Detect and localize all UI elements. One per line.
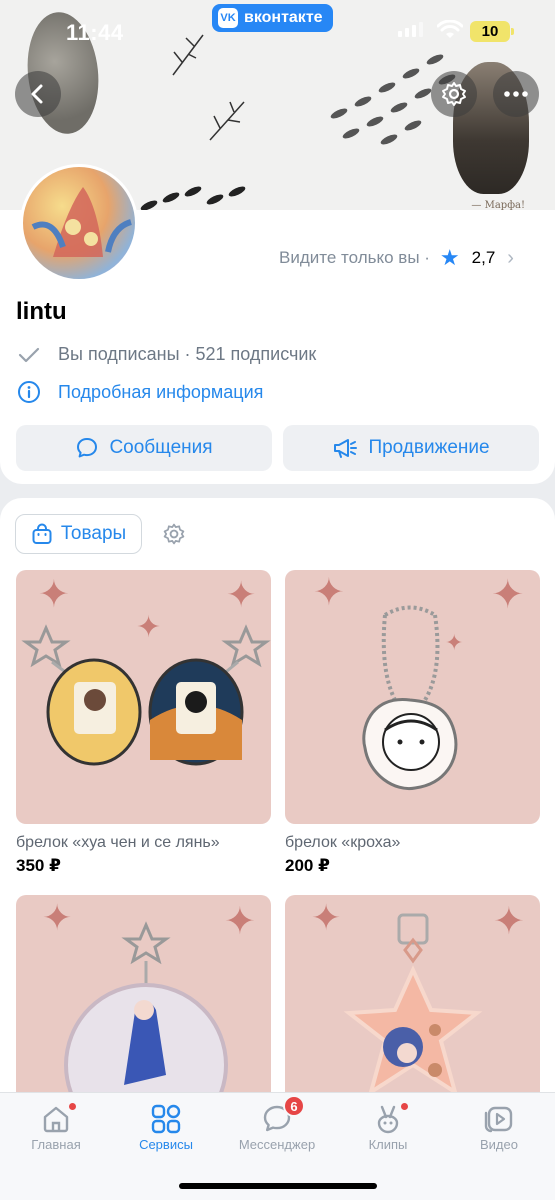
- rating-value: 2,7: [471, 248, 496, 267]
- video-icon: [483, 1101, 515, 1137]
- star-decoration: ✦: [224, 901, 256, 943]
- product-image[interactable]: ✦ ✦: [16, 895, 271, 1092]
- subscription-text: Вы подписаны · 521 подписчик: [58, 344, 317, 364]
- product-image[interactable]: ✦ ✦: [285, 895, 540, 1092]
- shopping-bag-icon: [32, 523, 52, 544]
- star-decoration: ✦: [445, 630, 464, 655]
- status-time: 11:44: [66, 20, 124, 45]
- tab-label: Мессенджер: [238, 1137, 316, 1152]
- vk-logo-icon: VK: [218, 8, 238, 28]
- app-indicator[interactable]: VK вконтакте: [212, 4, 333, 32]
- clips-icon: [372, 1101, 408, 1137]
- star-icon: ★: [439, 245, 460, 270]
- tab-services[interactable]: Сервисы: [111, 1101, 221, 1152]
- tab-label: Клипы: [368, 1137, 408, 1152]
- more-info-label: Подробная информация: [58, 381, 264, 402]
- message-bubble-icon: [77, 438, 98, 458]
- cover-branch-icon: [209, 101, 245, 141]
- messenger-icon: 6: [261, 1095, 305, 1137]
- tab-label: Главная: [31, 1137, 81, 1152]
- tab-label: Видео: [480, 1137, 518, 1152]
- battery-indicator: 10: [470, 21, 514, 42]
- messages-button[interactable]: Сообщения: [16, 425, 272, 471]
- tab-home[interactable]: Главная: [1, 1101, 111, 1152]
- services-icon: [150, 1101, 182, 1137]
- promote-button-label: Продвижение: [368, 437, 490, 458]
- subscription-row[interactable]: Вы подписаны · 521 подписчик: [16, 344, 316, 365]
- cellular-signal-icon: [398, 22, 423, 37]
- home-icon: [40, 1101, 76, 1137]
- checkmark-icon: [16, 346, 42, 364]
- gear-icon: [442, 82, 466, 106]
- settings-button[interactable]: [431, 71, 477, 117]
- profile-name: lintu: [16, 298, 67, 325]
- star-decoration: ✦: [491, 573, 525, 617]
- more-options-button[interactable]: [493, 71, 539, 117]
- product-price: 200 ₽: [285, 856, 330, 875]
- more-info-link[interactable]: Подробная информация: [16, 380, 263, 404]
- goods-tab-label: Товары: [60, 523, 127, 544]
- home-indicator[interactable]: [179, 1183, 377, 1189]
- tab-messenger[interactable]: 6 Мессенджер: [222, 1095, 332, 1152]
- product-price: 350 ₽: [16, 856, 61, 875]
- visible-only-you-label: Видите только вы ·: [279, 248, 430, 267]
- star-decoration: ✦: [136, 611, 162, 644]
- product-image[interactable]: ✦ ✦ ✦: [16, 570, 271, 824]
- megaphone-icon: [334, 439, 358, 458]
- product-title[interactable]: брелок «хуа чен и се лянь»: [16, 834, 220, 852]
- goods-tab[interactable]: Товары: [15, 514, 142, 554]
- messages-button-label: Сообщения: [109, 437, 213, 458]
- notification-dot: [69, 1103, 76, 1110]
- chevron-right-icon: ›: [507, 246, 514, 269]
- avatar[interactable]: [20, 164, 138, 282]
- chevron-left-icon: [31, 84, 43, 104]
- product-title[interactable]: брелок «кроха»: [285, 834, 400, 852]
- app-indicator-label: вконтакте: [244, 9, 323, 26]
- status-bar: 11:44 VK вконтакте 10: [0, 0, 555, 64]
- star-decoration: ✦: [38, 574, 70, 616]
- unread-count-badge: 6: [283, 1095, 305, 1117]
- tab-video[interactable]: Видео: [444, 1101, 554, 1152]
- back-button[interactable]: [15, 71, 61, 117]
- wifi-icon: [437, 20, 463, 38]
- tab-label: Сервисы: [139, 1137, 193, 1152]
- promote-button[interactable]: Продвижение: [283, 425, 539, 471]
- goods-settings-gear-icon[interactable]: [162, 522, 186, 546]
- star-decoration: ✦: [226, 574, 257, 615]
- more-dots-icon: [504, 91, 528, 97]
- star-decoration: ✦: [42, 897, 73, 938]
- product-image[interactable]: ✦ ✦ ✦: [285, 570, 540, 824]
- tab-clips[interactable]: Клипы: [333, 1101, 443, 1152]
- star-decoration: ✦: [313, 572, 345, 614]
- star-decoration: ✦: [493, 901, 525, 943]
- visibility-rating-row[interactable]: Видите только вы · ★ 2,7 ›: [279, 245, 514, 271]
- notification-dot: [401, 1103, 408, 1110]
- info-icon: [16, 380, 42, 404]
- star-decoration: ✦: [311, 897, 342, 938]
